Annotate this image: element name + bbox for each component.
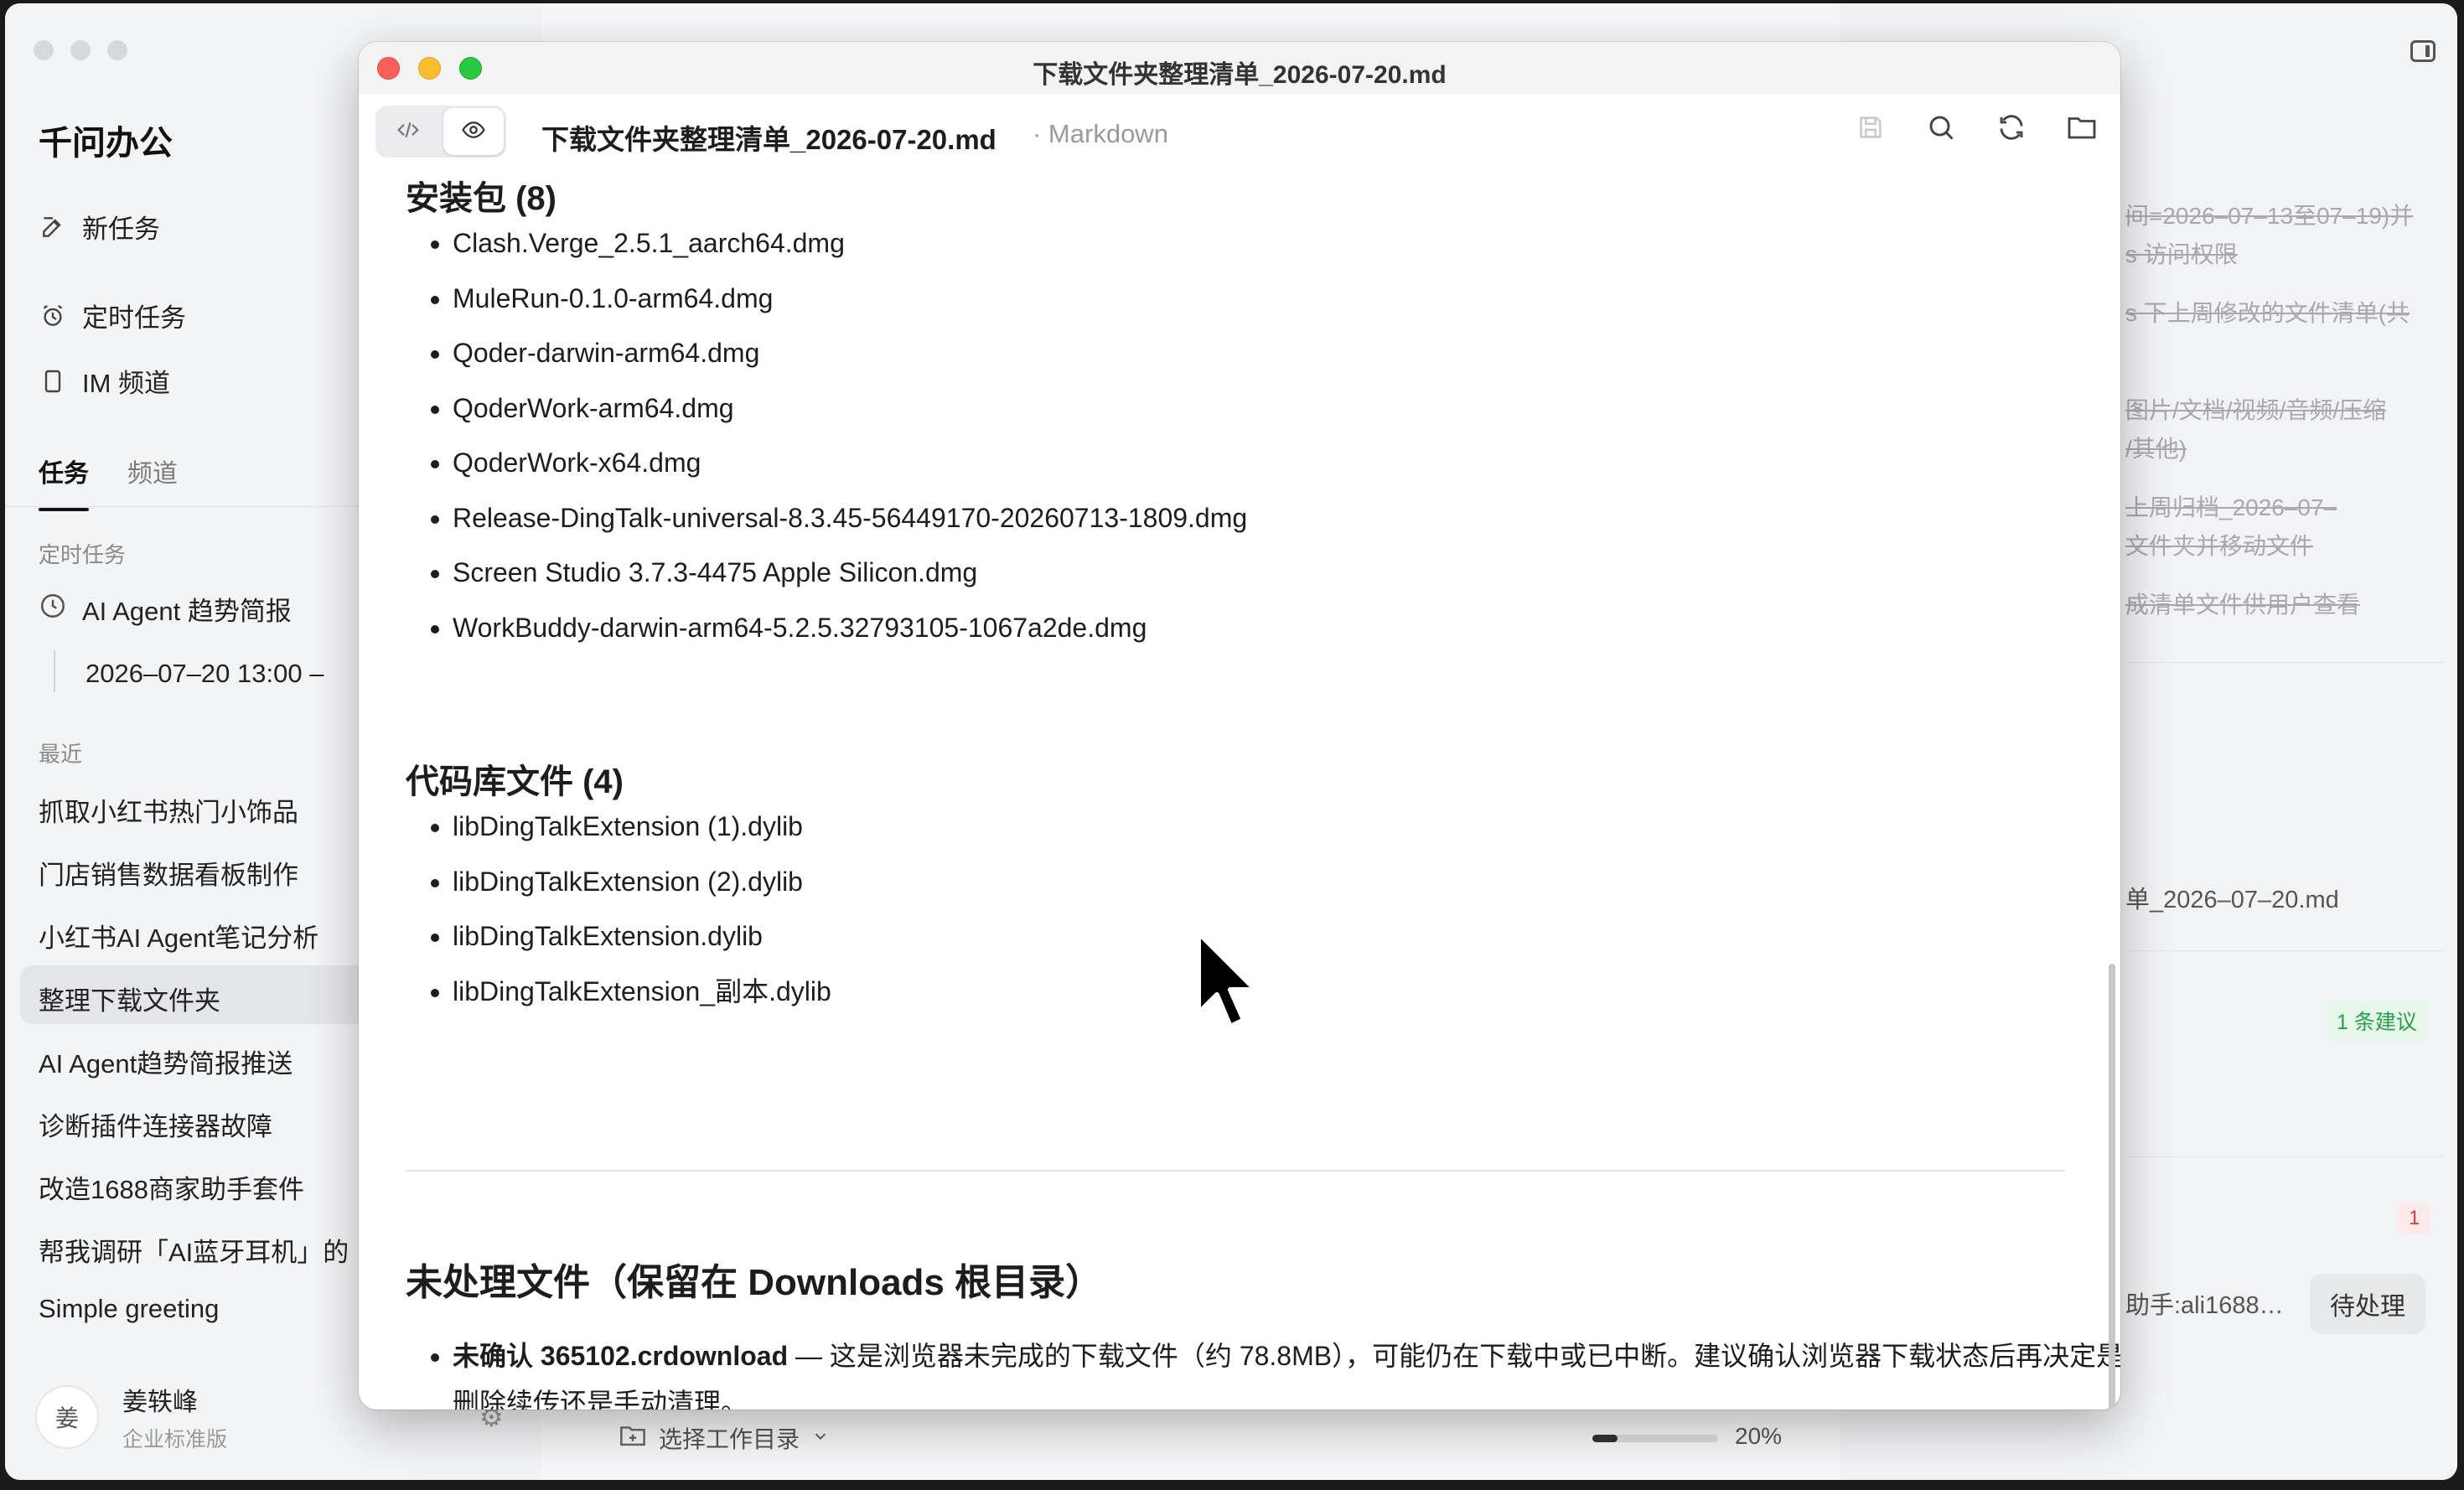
markdown-preview-window: 下载文件夹整理清单_2026-07-20.md 下载文件夹整理清单_2026-0… (359, 42, 2120, 1410)
scheduled-section-label: 定时任务 (39, 542, 127, 567)
alarm-icon (39, 302, 67, 330)
phone-icon (39, 367, 67, 396)
window-title: 下载文件夹整理清单_2026-07-20.md (1033, 61, 1447, 89)
libs-heading: 代码库文件 (4) (406, 763, 624, 800)
libs-list: libDingTalkExtension (1).dylib libDingTa… (406, 799, 831, 1019)
step-item: /其他) (2125, 436, 2187, 462)
list-item: Qoder-darwin-arm64.dmg (453, 326, 1247, 381)
view-mode-toggle (375, 106, 506, 158)
unprocessed-list: 未确认 365102.crdownload — 这是浏览器未完成的下载文件（约 … (406, 1332, 2120, 1410)
save-icon[interactable] (1854, 111, 1887, 144)
list-item: MuleRun-0.1.0-arm64.dmg (453, 272, 1247, 327)
user-name: 姜轶峰 (122, 1389, 198, 1416)
count-badge: 1 (2399, 1203, 2430, 1234)
scheduled-tree-line (54, 650, 55, 692)
step-item: s 访问权限 (2125, 241, 2238, 267)
list-item: Screen Studio 3.7.3-4475 Apple Silicon.d… (453, 546, 1247, 601)
suggestion-badge[interactable]: 1 条建议 (2327, 1001, 2427, 1041)
panel-divider (2125, 950, 2444, 951)
im-channel-button[interactable]: IM 频道 (39, 362, 170, 400)
recent-item[interactable]: Simple greeting (39, 1294, 219, 1324)
pending-button[interactable]: 待处理 (2310, 1274, 2425, 1334)
app-brand: 千问办公 (39, 125, 173, 162)
step-item: 成清单文件供用户查看 (2125, 592, 2361, 618)
folder-plus-icon (619, 1423, 647, 1454)
recent-item[interactable]: AI Agent趋势简报推送 (39, 1042, 292, 1080)
context-progress-bar (1592, 1435, 1718, 1442)
recent-item[interactable]: 小红书AI Agent笔记分析 (39, 917, 318, 955)
step-item: 间=2026–07–13至07–19)并 (2125, 203, 2414, 229)
new-task-label: 新任务 (82, 215, 160, 244)
chevron-down-icon (811, 1425, 830, 1451)
scheduled-item[interactable]: AI Agent 趋势简报 (39, 590, 292, 628)
step-item: s 下上周修改的文件清单(共 (2125, 300, 2410, 326)
horizontal-rule (406, 1170, 2065, 1172)
new-task-button[interactable]: 新任务 (39, 208, 160, 246)
scheduled-item-time[interactable]: 2026–07–20 13:00 – (85, 659, 324, 689)
avatar: 姜 (35, 1385, 99, 1449)
scrollbar[interactable] (2109, 964, 2115, 1410)
markdown-content: 安装包 (8) Clash.Verge_2.5.1_aarch64.dmg Mu… (359, 171, 2120, 1410)
assistant-entry[interactable]: 助手:ali1688… (2125, 1286, 2284, 1321)
scheduled-tasks-label: 定时任务 (82, 303, 186, 333)
list-item: libDingTalkExtension (2).dylib (453, 855, 831, 910)
user-plan: 企业标准版 (122, 1428, 228, 1451)
source-view-button[interactable] (375, 106, 441, 158)
mouse-cursor-icon (1196, 930, 1258, 1029)
panel-divider (2125, 1156, 2444, 1157)
toolbar-actions (1854, 111, 2099, 144)
file-name: 下载文件夹整理清单_2026-07-20.md (541, 124, 996, 155)
recent-item[interactable]: 诊断插件连接器故障 (39, 1105, 272, 1143)
recent-item[interactable]: 抓取小红书热门小饰品 (39, 791, 298, 829)
unprocessed-item-title: 未确认 365102.crdownload (453, 1341, 789, 1371)
sidebar-tabs: 任务 频道 (39, 453, 178, 511)
window-titlebar: 下载文件夹整理清单_2026-07-20.md (359, 42, 2120, 95)
workdir-label: 选择工作目录 (659, 1426, 800, 1452)
list-item: WorkBuddy-darwin-arm64-5.2.5.32793105-10… (453, 601, 1247, 656)
list-item: QoderWork-x64.dmg (453, 436, 1247, 491)
recent-item[interactable]: 整理下载文件夹 (39, 980, 220, 1017)
im-channel-label: IM 频道 (82, 369, 171, 398)
user-profile[interactable]: 姜 姜轶峰 企业标准版 (35, 1381, 227, 1453)
list-item: 未确认 365102.crdownload — 这是浏览器未完成的下载文件（约 … (453, 1332, 2120, 1410)
refresh-icon[interactable] (1995, 111, 2028, 144)
list-item: libDingTalkExtension (1).dylib (453, 799, 831, 855)
edit-icon (39, 213, 67, 241)
list-item: Clash.Verge_2.5.1_aarch64.dmg (453, 216, 1247, 272)
workdir-selector[interactable]: 选择工作目录 (619, 1421, 830, 1455)
recent-item[interactable]: 改造1688商家助手套件 (39, 1168, 304, 1206)
tab-channels[interactable]: 频道 (127, 453, 178, 489)
list-item: libDingTalkExtension_副本.dylib (453, 965, 831, 1020)
list-item: libDingTalkExtension.dylib (453, 909, 831, 965)
unprocessed-heading: 未处理文件（保留在 Downloads 根目录） (406, 1262, 1103, 1303)
file-type-label: · Markdown (1033, 119, 1168, 148)
installers-heading: 安装包 (8) (406, 180, 556, 217)
output-file-link[interactable]: 单_2026–07–20.md (2125, 880, 2339, 915)
scheduled-item-label: AI Agent 趋势简报 (82, 597, 292, 626)
installers-list: Clash.Verge_2.5.1_aarch64.dmg MuleRun-0.… (406, 216, 1247, 655)
tab-tasks[interactable]: 任务 (39, 453, 89, 511)
clock-icon (39, 592, 67, 627)
panel-divider (2125, 662, 2444, 663)
code-icon (394, 117, 422, 147)
step-item: 图片/文档/视频/音频/压缩 (2125, 397, 2387, 423)
scheduled-tasks-button[interactable]: 定时任务 (39, 297, 186, 334)
search-icon[interactable] (1924, 111, 1958, 144)
step-item: 上周归档_2026–07– (2125, 494, 2337, 520)
recent-section-label: 最近 (39, 742, 83, 767)
context-progress-text: 20% (1735, 1423, 1783, 1449)
list-item: QoderWork-arm64.dmg (453, 381, 1247, 437)
recent-item[interactable]: 帮我调研「AI蓝牙耳机」的 (39, 1231, 349, 1269)
sidebar-toggle-icon[interactable] (2410, 40, 2436, 62)
context-progress-fill (1592, 1435, 1618, 1442)
eye-icon (458, 117, 489, 147)
preview-view-button[interactable] (443, 108, 504, 155)
preview-toolbar: 下载文件夹整理清单_2026-07-20.md · Markdown (359, 94, 2120, 171)
list-item: Release-DingTalk-universal-8.3.45-564491… (453, 491, 1247, 546)
folder-icon[interactable] (2065, 111, 2099, 144)
step-item: 文件夹并移动文件 (2125, 533, 2314, 559)
recent-item[interactable]: 门店销售数据看板制作 (39, 854, 298, 892)
background-window-controls (34, 40, 127, 60)
